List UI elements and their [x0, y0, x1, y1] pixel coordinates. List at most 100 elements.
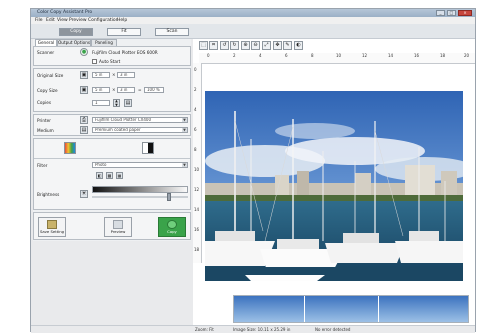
select-tool-icon[interactable]: ⬚ — [199, 41, 208, 50]
app-window: Color Copy Assistant Pro _ □ × File Edit… — [30, 8, 476, 333]
menu-file[interactable]: File — [35, 17, 43, 24]
printer-value: Fujifilm Cloud Plotter CX400 — [95, 117, 151, 122]
copies-label: Copies — [37, 100, 52, 105]
copy-label: Copy — [167, 229, 177, 234]
filter-option-1-button[interactable]: ◧ — [96, 172, 103, 179]
copy-dimension-x-label: × — [112, 87, 116, 92]
zoom-in-icon[interactable]: ⊕ — [241, 41, 250, 50]
medium-icon: ▤ — [80, 126, 88, 134]
ruler-top-tick: 20 — [464, 53, 470, 58]
crop-tool-icon[interactable]: ⌗ — [209, 41, 218, 50]
copy-go-icon — [167, 220, 177, 229]
tab-paneling[interactable]: Paneling — [91, 39, 117, 46]
copy-mode-button[interactable]: Copy — [59, 28, 93, 36]
color-picker-icon[interactable]: ✎ — [283, 41, 292, 50]
filter-option-3-button[interactable]: ▦ — [116, 172, 123, 179]
menu-preview[interactable]: Preview — [69, 17, 87, 24]
brightness-slider-thumb[interactable] — [167, 193, 172, 201]
size-group: Original Size ▣ 5 in × 3 in Copy Size ▣ … — [33, 68, 191, 112]
color-mode-icon[interactable] — [64, 142, 76, 154]
original-width-field[interactable]: 5 in — [92, 72, 110, 78]
preview-area: ⬚ ⌗ ↺ ↻ ⊕ ⊖ ⤢ ✥ ✎ ◐ 0 2 4 6 8 10 12 14 1… — [193, 39, 475, 331]
close-button[interactable]: × — [458, 10, 472, 16]
tab-general[interactable]: General — [35, 39, 57, 46]
scale-equals-label: = — [138, 87, 142, 92]
divider — [34, 158, 190, 159]
ruler-top-tick: 0 — [207, 53, 210, 58]
original-size-icon: ▣ — [80, 71, 88, 79]
pointer-icon[interactable]: ✥ — [273, 41, 282, 50]
ruler-left-tick: 8 — [194, 147, 197, 152]
ruler-top-tick: 6 — [285, 53, 288, 58]
ruler-top-tick: 14 — [388, 53, 394, 58]
copies-field[interactable]: 1 — [92, 100, 110, 106]
copy-scale-field[interactable]: 100 % — [144, 87, 164, 93]
printer-select[interactable]: Fujifilm Cloud Plotter CX400 ▼ — [92, 117, 188, 123]
menu-view[interactable]: View — [57, 17, 68, 24]
grayscale-mode-icon[interactable] — [142, 142, 154, 154]
filter-value: Photo — [95, 162, 107, 167]
ruler-top-tick: 10 — [336, 53, 342, 58]
printer-chevron-down-icon: ▼ — [182, 118, 187, 122]
copy-height-field[interactable]: 3 in — [117, 87, 135, 93]
preview-button[interactable]: Preview — [104, 217, 132, 237]
medium-value: Premium coated paper — [95, 127, 141, 132]
settings-panel: General Output Options Paneling Scanner … — [33, 39, 191, 241]
ruler-top-tick: 12 — [362, 53, 368, 58]
save-setting-label: Save Setting — [39, 229, 65, 234]
menu-edit[interactable]: Edit — [46, 17, 55, 24]
original-height-field[interactable]: 3 in — [117, 72, 135, 78]
maximize-button[interactable]: □ — [447, 10, 456, 16]
scan-mode-button[interactable]: Scan — [155, 28, 189, 36]
zoom-out-icon[interactable]: ⊖ — [251, 41, 260, 50]
copy-size-icon: ▣ — [80, 86, 88, 94]
dimension-x-label: × — [112, 72, 116, 77]
ruler-top: 0 2 4 6 8 10 12 14 16 18 20 — [199, 53, 475, 64]
auto-start-checkbox[interactable] — [92, 59, 97, 64]
preview-icon — [113, 220, 123, 229]
brightness-gradient — [92, 186, 188, 193]
medium-label: Medium — [37, 128, 54, 133]
filter-label: Filter — [37, 163, 48, 168]
copies-stepper[interactable]: ▲ ▼ — [113, 99, 120, 107]
copy-width-field[interactable]: 5 in — [92, 87, 110, 93]
ruler-left-tick: 12 — [194, 187, 200, 192]
filter-chevron-down-icon: ▼ — [182, 163, 187, 167]
ruler-left-tick: 4 — [194, 107, 197, 112]
original-size-label: Original Size — [37, 73, 64, 78]
color-balance-icon[interactable]: ◐ — [294, 41, 303, 50]
brightness-label: Brightness — [37, 192, 60, 197]
ruler-left-tick: 10 — [194, 167, 200, 172]
minimize-button[interactable]: _ — [436, 10, 445, 16]
fit-mode-button[interactable]: Fit — [107, 28, 141, 36]
filter-option-2-button[interactable]: ▩ — [106, 172, 113, 179]
rotate-left-icon[interactable]: ↺ — [220, 41, 229, 50]
save-setting-button[interactable]: Save Setting — [38, 217, 66, 237]
ruler-left-tick: 0 — [194, 67, 197, 72]
brightness-slider-track[interactable] — [92, 196, 188, 198]
rotate-right-icon[interactable]: ↻ — [230, 41, 239, 50]
ruler-left-tick: 2 — [194, 87, 197, 92]
copy-settings-icon[interactable]: ▤ — [124, 99, 132, 107]
ruler-left-tick: 18 — [194, 247, 200, 252]
ruler-left-tick: 6 — [194, 127, 197, 132]
scanner-value: Fujifilm Cloud Plotter EOS 600R — [92, 50, 158, 55]
ruler-left-tick: 16 — [194, 227, 200, 232]
copy-size-label: Copy Size — [37, 88, 58, 93]
ruler-top-tick: 2 — [233, 53, 236, 58]
panel-divider — [378, 296, 379, 322]
tab-output-options[interactable]: Output Options — [57, 39, 91, 46]
menu-help[interactable]: Help — [117, 17, 127, 24]
ruler-top-tick: 8 — [311, 53, 314, 58]
title-bar: Color Copy Assistant Pro _ □ × — [31, 9, 475, 17]
scanner-label: Scanner — [37, 50, 55, 55]
printer-icon: ⎙ — [80, 116, 88, 124]
copy-button[interactable]: Copy — [158, 217, 186, 237]
menu-configuration[interactable]: Configuration — [88, 17, 119, 24]
filter-select[interactable]: Photo ▼ — [92, 162, 188, 168]
fit-view-icon[interactable]: ⤢ — [262, 41, 271, 50]
mode-bar: Copy Fit Scan — [31, 24, 475, 39]
thumbnail-strip[interactable] — [233, 295, 469, 323]
medium-select[interactable]: Premium coated paper ▼ — [92, 127, 188, 133]
preview-image[interactable] — [205, 91, 463, 281]
